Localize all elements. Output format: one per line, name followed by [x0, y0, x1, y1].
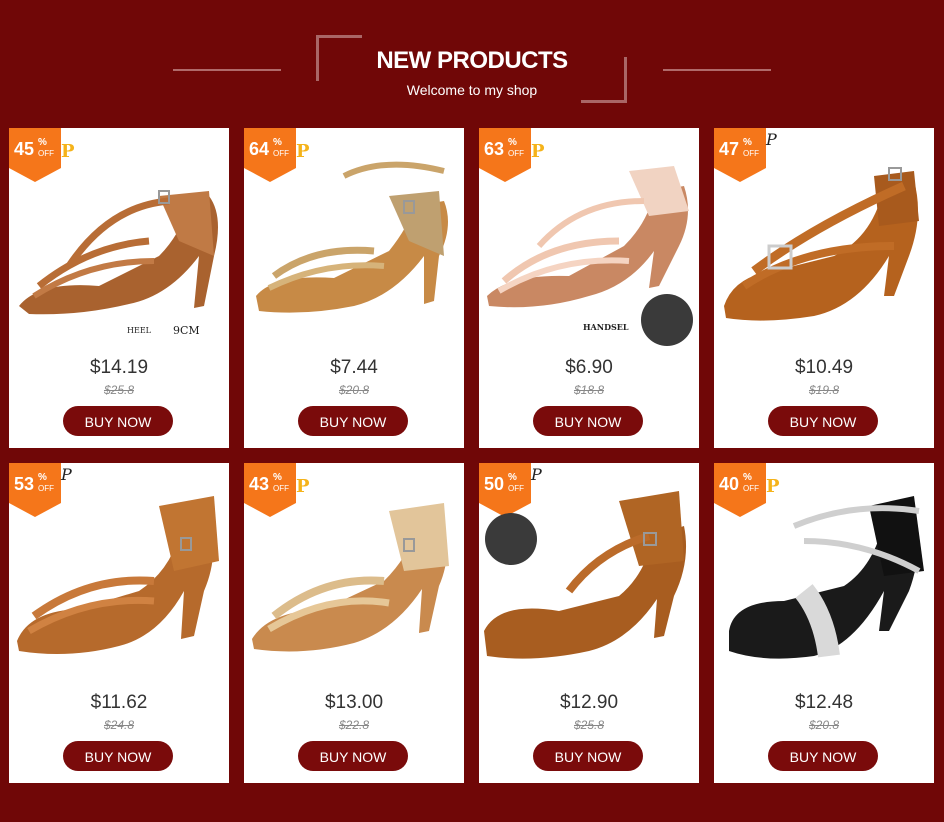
product-card[interactable]: 64 % OFF P $7.44 $20.8 BUY NOW — [244, 128, 464, 448]
product-card[interactable]: 63 % OFF P HANDSEL $6.90 $18.8 BUY NOW — [479, 128, 699, 448]
shoe-image[interactable] — [9, 146, 229, 326]
heel-tip-inset-image — [641, 294, 693, 346]
price: $12.90 — [559, 692, 619, 713]
buy-now-button[interactable]: BUY NOW — [298, 741, 408, 771]
product-card[interactable]: 50 % OFF P $12.90 $25.8 BUY NOW — [479, 463, 699, 783]
price: $13.00 — [324, 692, 384, 713]
original-price: $25.8 — [103, 383, 135, 397]
shoe-image[interactable] — [714, 481, 934, 661]
shoe-image[interactable] — [714, 146, 934, 326]
original-price: $24.8 — [103, 718, 135, 732]
original-price: $18.8 — [573, 383, 605, 397]
price: $7.44 — [330, 357, 378, 378]
original-price: $20.8 — [338, 383, 370, 397]
handsel-note: HANDSEL — [583, 322, 629, 332]
buy-now-button[interactable]: BUY NOW — [63, 406, 173, 436]
product-card[interactable]: 40 % OFF P $12.48 $20.8 BUY NOW — [714, 463, 934, 783]
original-price: $25.8 — [573, 718, 605, 732]
shoe-image[interactable] — [244, 481, 464, 661]
heel-tip-inset-image — [485, 513, 537, 565]
product-card[interactable]: 53 % OFF P $11.62 $24.8 BUY NOW — [9, 463, 229, 783]
buy-now-button[interactable]: BUY NOW — [533, 406, 643, 436]
page-title: NEW PRODUCTS — [376, 47, 568, 74]
price: $11.62 — [90, 692, 148, 713]
buy-now-button[interactable]: BUY NOW — [63, 741, 173, 771]
heel-note: HEEL — [127, 326, 151, 335]
price: $14.19 — [89, 357, 149, 378]
original-price: $19.8 — [808, 383, 840, 397]
heel-height: 9CM — [173, 324, 200, 337]
shoe-image[interactable] — [479, 481, 699, 661]
buy-now-button[interactable]: BUY NOW — [533, 741, 643, 771]
page-subtitle: Welcome to my shop — [406, 82, 538, 98]
product-card[interactable]: 45 % OFF P HEEL 9CM $14.19 $25.8 BUY NOW — [9, 128, 229, 448]
price: $10.49 — [794, 357, 854, 378]
shoe-image[interactable] — [244, 146, 464, 326]
price: $12.48 — [794, 692, 854, 713]
buy-now-button[interactable]: BUY NOW — [768, 741, 878, 771]
buy-now-button[interactable]: BUY NOW — [768, 406, 878, 436]
shoe-image[interactable] — [9, 481, 229, 661]
original-price: $20.8 — [808, 718, 840, 732]
section-header: NEW PRODUCTS Welcome to my shop — [0, 0, 944, 128]
buy-now-button[interactable]: BUY NOW — [298, 406, 408, 436]
original-price: $22.8 — [338, 718, 370, 732]
price: $6.90 — [565, 357, 613, 378]
product-card[interactable]: 47 % OFF P $10.49 $19.8 BUY NOW — [714, 128, 934, 448]
product-card[interactable]: 43 % OFF P $13.00 $22.8 BUY NOW — [244, 463, 464, 783]
